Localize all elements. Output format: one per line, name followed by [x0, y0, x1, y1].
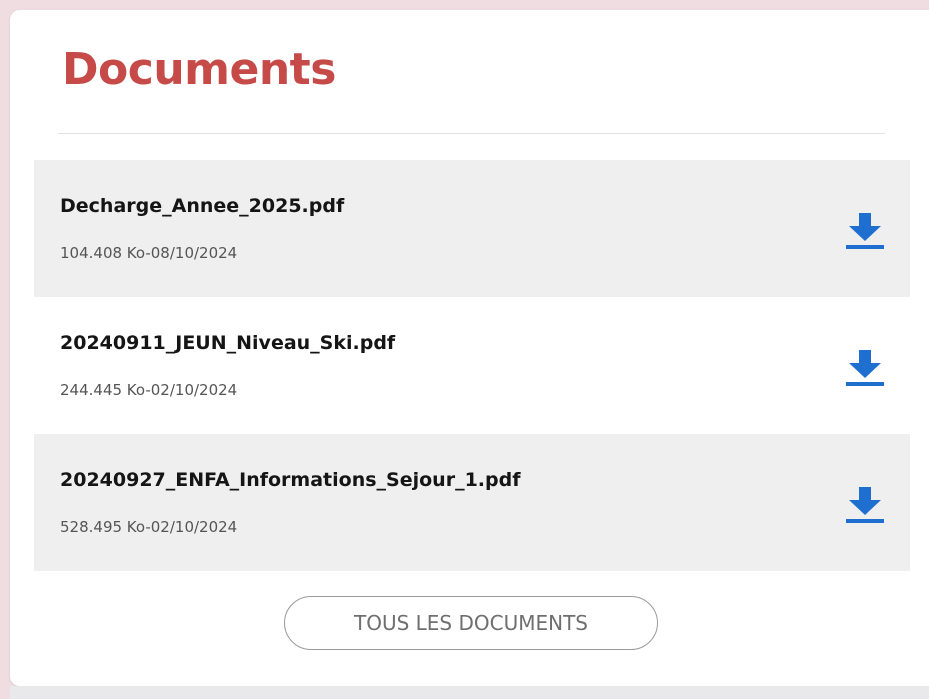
- download-icon: [846, 350, 884, 386]
- document-list: Decharge_Annee_2025.pdf 104.408 Ko-08/10…: [34, 160, 910, 571]
- download-button[interactable]: [844, 210, 886, 252]
- download-icon: [846, 213, 884, 249]
- document-item: Decharge_Annee_2025.pdf 104.408 Ko-08/10…: [34, 160, 910, 297]
- document-item: 20240927_ENFA_Informations_Sejour_1.pdf …: [34, 434, 910, 571]
- documents-card: Documents Decharge_Annee_2025.pdf 104.40…: [10, 10, 929, 686]
- document-name: 20240911_JEUN_Niveau_Ski.pdf: [60, 332, 396, 354]
- download-icon: [846, 487, 884, 523]
- document-name: Decharge_Annee_2025.pdf: [60, 195, 345, 217]
- download-button[interactable]: [844, 484, 886, 526]
- download-button[interactable]: [844, 347, 886, 389]
- document-meta: 528.495 Ko-02/10/2024: [60, 518, 238, 536]
- document-meta: 244.445 Ko-02/10/2024: [60, 381, 238, 399]
- page-title: Documents: [62, 44, 336, 95]
- document-name: 20240927_ENFA_Informations_Sejour_1.pdf: [60, 469, 521, 491]
- document-meta: 104.408 Ko-08/10/2024: [60, 244, 238, 262]
- all-documents-button[interactable]: TOUS LES DOCUMENTS: [284, 596, 658, 650]
- divider: [58, 133, 885, 134]
- bottom-divider-strip: [10, 686, 929, 699]
- document-item: 20240911_JEUN_Niveau_Ski.pdf 244.445 Ko-…: [34, 297, 910, 434]
